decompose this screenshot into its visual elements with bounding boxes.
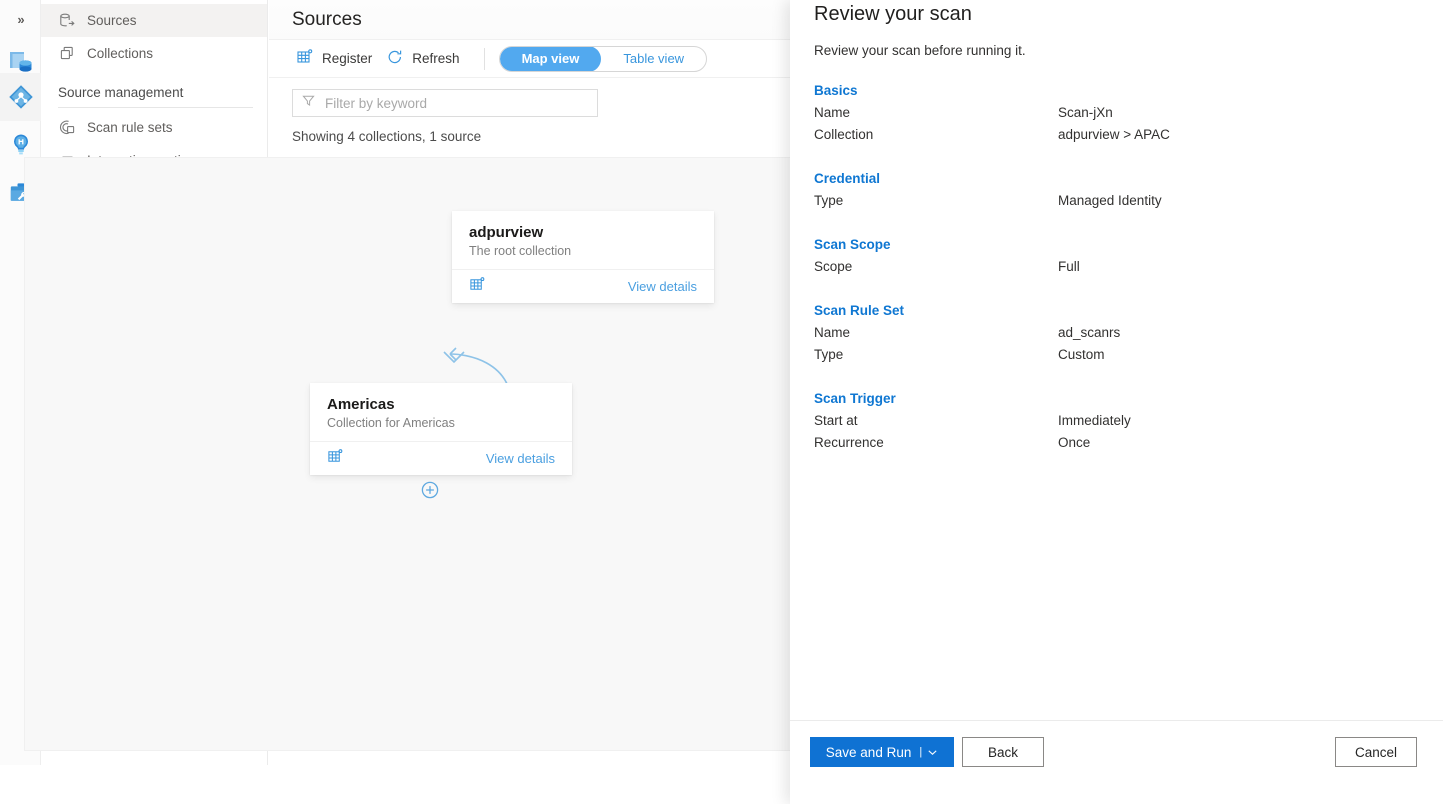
node-title: Americas: [327, 396, 555, 413]
refresh-button[interactable]: Refresh: [382, 44, 469, 73]
register-label: Register: [322, 51, 372, 66]
review-row-value: adpurview > APAC: [1058, 124, 1170, 146]
view-toggle-group: Map view Table view: [499, 46, 708, 72]
review-row: Name Scan-jXn: [814, 102, 1419, 124]
review-row: Recurrence Once: [814, 432, 1419, 454]
add-child-collection-icon[interactable]: [421, 481, 439, 499]
node-footer: View details: [452, 269, 714, 303]
node-register-source-icon[interactable]: [327, 448, 344, 470]
split-divider: |: [919, 746, 922, 758]
sidebar-item-label: Scan rule sets: [87, 120, 173, 135]
sidebar-item-sources[interactable]: Sources: [41, 4, 267, 37]
node-subtitle: The root collection: [469, 244, 697, 258]
review-row-value: Managed Identity: [1058, 190, 1162, 212]
review-row-key: Type: [814, 344, 1058, 366]
review-row-key: Type: [814, 190, 1058, 212]
sidebar-section-label: Source management: [58, 85, 183, 100]
insights-lightbulb-icon: [8, 132, 34, 158]
node-body: adpurview The root collection: [452, 211, 714, 269]
section-heading-basics: Basics: [814, 83, 1419, 98]
panel-description: Review your scan before running it.: [814, 43, 1419, 58]
refresh-icon: [386, 48, 404, 69]
scan-rule-sets-icon: [58, 119, 76, 137]
review-row-key: Name: [814, 102, 1058, 124]
register-grid-icon: [296, 48, 314, 69]
register-button[interactable]: Register: [292, 44, 382, 73]
review-row-key: Start at: [814, 410, 1058, 432]
save-and-run-label: Save and Run: [826, 745, 912, 760]
filter-box[interactable]: [292, 89, 598, 117]
review-row-key: Scope: [814, 256, 1058, 278]
sources-icon: [58, 12, 76, 30]
review-row: Collection adpurview > APAC: [814, 124, 1419, 146]
cancel-button[interactable]: Cancel: [1335, 737, 1417, 767]
sidebar-item-label: Collections: [87, 46, 153, 61]
refresh-label: Refresh: [412, 51, 459, 66]
review-row: Name ad_scanrs: [814, 322, 1419, 344]
review-row-value: Custom: [1058, 344, 1105, 366]
collection-node-root[interactable]: adpurview The root collection View detai…: [452, 211, 714, 303]
search-input[interactable]: [323, 95, 588, 112]
tab-map-view[interactable]: Map view: [500, 46, 602, 72]
section-heading-scan-trigger: Scan Trigger: [814, 391, 1419, 406]
node-title: adpurview: [469, 224, 697, 241]
sidebar-item-label: Sources: [87, 13, 137, 28]
save-and-run-split-chevron[interactable]: |: [919, 746, 938, 758]
sidebar-divider: [58, 107, 253, 108]
filter-funnel-icon: [302, 94, 315, 112]
back-button[interactable]: Back: [962, 737, 1044, 767]
review-scan-panel: Review your scan Review your scan before…: [790, 0, 1443, 804]
app-root: »: [0, 0, 1443, 804]
node-subtitle: Collection for Americas: [327, 416, 555, 430]
sidebar-item-scan-rule-sets[interactable]: Scan rule sets: [41, 111, 267, 144]
collections-icon: [58, 45, 76, 63]
section-heading-scan-rule-set: Scan Rule Set: [814, 303, 1419, 318]
tab-table-view[interactable]: Table view: [601, 46, 706, 72]
node-footer: View details: [310, 441, 572, 475]
review-row-key: Recurrence: [814, 432, 1058, 454]
review-row-value: Once: [1058, 432, 1090, 454]
node-register-source-icon[interactable]: [469, 276, 486, 298]
save-and-run-button[interactable]: Save and Run |: [810, 737, 954, 767]
data-catalog-icon: [8, 49, 34, 75]
section-heading-scan-scope: Scan Scope: [814, 237, 1419, 252]
section-heading-credential: Credential: [814, 171, 1419, 186]
review-row: Type Managed Identity: [814, 190, 1419, 212]
review-row: Scope Full: [814, 256, 1419, 278]
expand-rail-icon[interactable]: »: [0, 0, 41, 38]
review-row: Start at Immediately: [814, 410, 1419, 432]
review-row-value: Scan-jXn: [1058, 102, 1113, 124]
review-row-key: Name: [814, 322, 1058, 344]
review-row-key: Collection: [814, 124, 1058, 146]
data-map-icon: [8, 84, 34, 110]
node-view-details-link[interactable]: View details: [486, 451, 555, 466]
rail-item-data-map[interactable]: [0, 73, 41, 121]
panel-content: Review your scan Review your scan before…: [790, 0, 1443, 454]
sidebar-item-collections[interactable]: Collections: [41, 37, 267, 70]
panel-title: Review your scan: [814, 0, 1419, 26]
panel-footer: Save and Run | Back Cancel: [790, 720, 1443, 804]
review-row-value: Full: [1058, 256, 1080, 278]
sidebar-section-source-management: Source management: [41, 70, 267, 100]
node-view-details-link[interactable]: View details: [628, 279, 697, 294]
review-row-value: ad_scanrs: [1058, 322, 1120, 344]
toolbar-separator: [484, 48, 485, 70]
review-row: Type Custom: [814, 344, 1419, 366]
collection-node-americas[interactable]: Americas Collection for Americas View de…: [310, 383, 572, 475]
node-body: Americas Collection for Americas: [310, 383, 572, 441]
review-row-value: Immediately: [1058, 410, 1131, 432]
